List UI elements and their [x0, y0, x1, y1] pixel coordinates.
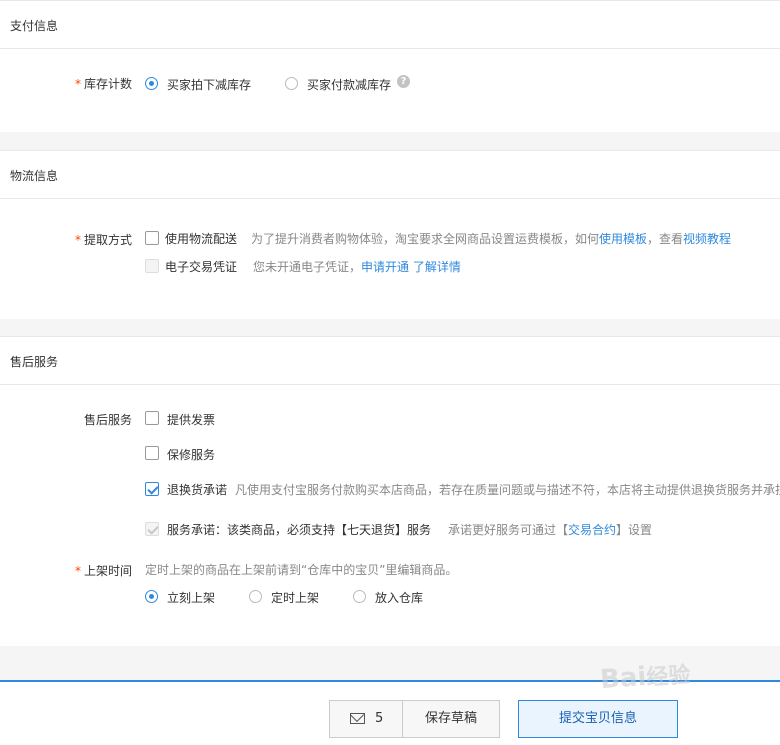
- learn-more-link[interactable]: 了解详情: [413, 260, 461, 274]
- inventory-label-text: 库存计数: [83, 77, 132, 91]
- after-sales-label: 售后服务: [83, 413, 132, 427]
- payment-section-title: 支付信息: [10, 19, 59, 33]
- payment-section: 支付信息 * 库存计数 买家拍下减库存 买家付款减库存 ?: [0, 0, 780, 132]
- use-template-link[interactable]: 使用模板: [599, 232, 647, 246]
- radio-list-now-label[interactable]: 立刻上架: [167, 589, 215, 606]
- radio-list-scheduled[interactable]: [249, 590, 262, 603]
- radio-reduce-on-payment[interactable]: [285, 77, 298, 90]
- return-promise-checkbox[interactable]: [145, 482, 159, 496]
- radio-list-now[interactable]: [145, 590, 158, 603]
- video-tutorial-link[interactable]: 视频教程: [683, 232, 731, 246]
- radio-list-scheduled-label[interactable]: 定时上架: [271, 589, 319, 606]
- required-star: *: [74, 564, 81, 578]
- return-promise-label[interactable]: 退换货承诺: [167, 481, 227, 498]
- payment-section-header: 支付信息: [0, 1, 780, 49]
- radio-reduce-on-order-label[interactable]: 买家拍下减库存: [167, 76, 251, 93]
- listing-time-hint: 定时上架的商品在上架前请到“仓库中的宝贝”里编辑商品。: [145, 563, 458, 577]
- e-voucher-label: 电子交易凭证: [165, 260, 238, 274]
- watermark-logo: Bai经验: [599, 661, 692, 696]
- use-logistics-checkbox[interactable]: [145, 231, 159, 245]
- logistics-hint-mid: ，查看: [647, 232, 684, 246]
- required-star: *: [74, 77, 81, 91]
- delivery-method-label-text: 提取方式: [83, 233, 132, 247]
- after-sales-section: 售后服务 售后服务 提供发票 保修服务 退换货承诺 凡使用支付宝服务付款购买本店…: [0, 336, 780, 646]
- service-promise-checkbox: [145, 522, 159, 536]
- radio-put-warehouse[interactable]: [353, 590, 366, 603]
- logistics-section-title: 物流信息: [10, 169, 59, 183]
- radio-put-warehouse-label[interactable]: 放入仓库: [375, 589, 423, 606]
- delivery-method-label: * 提取方式: [32, 231, 132, 248]
- apply-link[interactable]: 申请开通: [361, 260, 409, 274]
- use-logistics-label[interactable]: 使用物流配送: [165, 230, 237, 247]
- trade-contract-link[interactable]: 交易合约: [568, 523, 616, 537]
- warranty-label[interactable]: 保修服务: [167, 446, 215, 463]
- radio-reduce-on-order[interactable]: [145, 77, 158, 90]
- logistics-section: 物流信息 * 提取方式 使用物流配送 为了提升消费者购物体验，淘宝要求全网商品设置…: [0, 150, 780, 319]
- listing-time-label: * 上架时间: [32, 562, 132, 579]
- return-promise-hint: 凡使用支付宝服务付款购买本店商品，若存在质量问题或与描述不符，本店将主动提供退换…: [235, 483, 780, 497]
- draft-count: 5: [375, 711, 384, 726]
- listing-time-label-text: 上架时间: [83, 564, 132, 578]
- e-voucher-hint: 您未开通电子凭证，申请开通 了解详情: [253, 258, 461, 275]
- service-promise-label: 服务承诺：该类商品，必须支持【七天退货】服务: [167, 523, 432, 537]
- service-promise-hint: 承诺更好服务可通过【交易合约】设置: [448, 521, 652, 538]
- logistics-hint: 为了提升消费者购物体验，淘宝要求全网商品设置运费模板，如何使用模板，查看视频教程: [251, 230, 731, 247]
- e-voucher-checkbox: [145, 259, 159, 273]
- warranty-checkbox[interactable]: [145, 446, 159, 460]
- after-sales-section-header: 售后服务: [0, 337, 780, 385]
- service-hint-suffix: 】设置: [616, 523, 653, 537]
- save-draft-button[interactable]: 保存草稿: [402, 700, 500, 738]
- logistics-hint-text: 为了提升消费者购物体验，淘宝要求全网商品设置运费模板，如何: [251, 232, 600, 246]
- e-voucher-hint-text: 您未开通电子凭证，: [253, 260, 362, 274]
- question-circle-icon[interactable]: ?: [397, 75, 410, 88]
- required-star: *: [74, 233, 81, 247]
- submit-item-button[interactable]: 提交宝贝信息: [518, 700, 678, 738]
- after-sales-section-title: 售后服务: [10, 355, 59, 369]
- inventory-label: * 库存计数: [32, 75, 132, 92]
- invoice-checkbox[interactable]: [145, 411, 159, 425]
- radio-reduce-on-payment-label[interactable]: 买家付款减库存: [307, 76, 391, 93]
- envelope-icon: [350, 713, 365, 724]
- invoice-label[interactable]: 提供发票: [167, 411, 215, 428]
- service-hint-prefix: 承诺更好服务可通过【: [448, 523, 569, 537]
- logistics-section-header: 物流信息: [0, 151, 780, 199]
- draft-box-button[interactable]: 5: [329, 700, 403, 738]
